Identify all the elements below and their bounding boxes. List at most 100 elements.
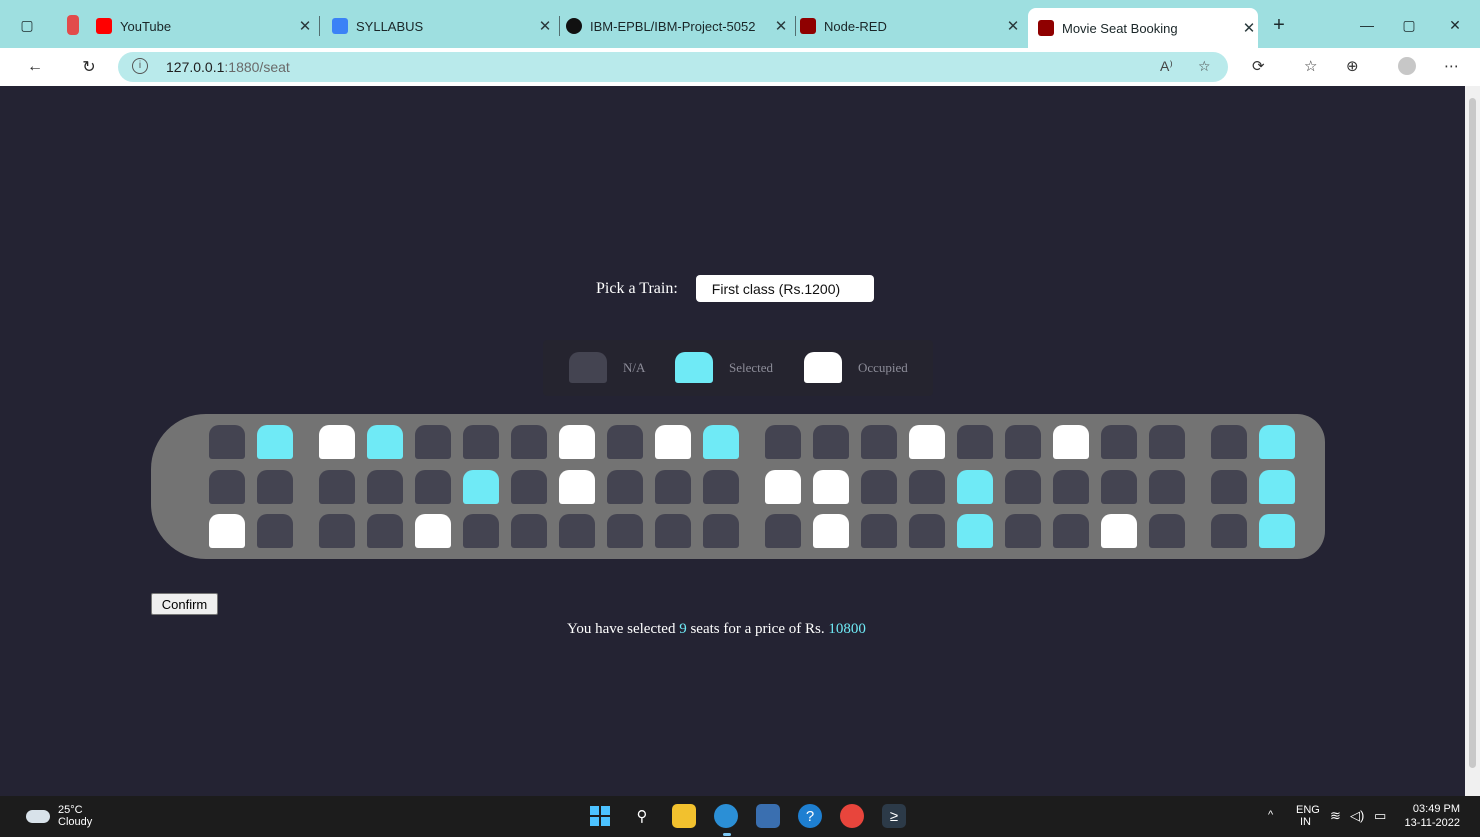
store-icon[interactable] [756,804,780,828]
info-icon[interactable]: i [132,58,148,74]
seat[interactable] [1053,514,1089,548]
address-bar[interactable]: i 127.0.0.1:1880/seat A⁾ ☆ [118,52,1228,82]
favorites-icon[interactable]: ☆ [1304,57,1317,75]
seat[interactable] [607,470,643,504]
seat[interactable] [319,470,355,504]
seat[interactable] [1005,425,1041,459]
volume-icon[interactable]: ◁) [1350,808,1364,824]
seat[interactable] [765,514,801,548]
tab-actions-icon[interactable]: ▢ [16,14,38,36]
seat[interactable] [909,514,945,548]
chevron-up-icon[interactable]: ^ [1268,809,1273,821]
seat[interactable] [1211,514,1247,548]
seat[interactable] [1211,470,1247,504]
seat[interactable] [257,470,293,504]
seat[interactable] [1005,470,1041,504]
seat[interactable] [765,470,801,504]
seat[interactable] [511,425,547,459]
add-favorite-icon[interactable]: ☆ [1198,58,1211,75]
seat[interactable] [367,470,403,504]
seat[interactable] [463,514,499,548]
seat[interactable] [655,425,691,459]
seat[interactable] [415,514,451,548]
seat[interactable] [957,425,993,459]
close-icon[interactable]: ✕ [296,17,314,35]
wifi-icon[interactable]: ≋ [1330,808,1341,824]
seat[interactable] [367,425,403,459]
close-window-icon[interactable]: ✕ [1444,14,1466,36]
seat[interactable] [257,514,293,548]
read-aloud-icon[interactable]: A⁾ [1160,58,1173,75]
profile-pill-icon[interactable] [62,14,84,36]
seat[interactable] [511,470,547,504]
seat[interactable] [813,470,849,504]
seat[interactable] [319,514,355,548]
chrome-icon[interactable] [840,804,864,828]
seat[interactable] [607,514,643,548]
tab-node-red[interactable]: Node-RED ✕ [800,10,1022,42]
seat[interactable] [463,470,499,504]
seat[interactable] [655,470,691,504]
extensions-icon[interactable]: ⟳ [1252,57,1265,75]
collections-icon[interactable]: ⊕ [1346,57,1359,75]
seat[interactable] [861,514,897,548]
terminal-icon[interactable]: ≥ [882,804,906,828]
confirm-button[interactable]: Confirm [151,593,218,615]
file-explorer-icon[interactable] [672,804,696,828]
seat[interactable] [559,425,595,459]
refresh-icon[interactable]: ↻ [78,56,100,78]
seat[interactable] [367,514,403,548]
language-indicator[interactable]: ENG IN [1296,804,1320,828]
seat[interactable] [1149,514,1185,548]
seat[interactable] [703,425,739,459]
more-menu-icon[interactable]: ⋯ [1444,57,1459,75]
close-icon[interactable]: ✕ [536,17,554,35]
seat[interactable] [909,470,945,504]
close-icon[interactable]: ✕ [1240,19,1258,37]
seat[interactable] [1149,425,1185,459]
url-text[interactable]: 127.0.0.1:1880/seat [166,59,290,75]
seat[interactable] [957,514,993,548]
seat[interactable] [813,514,849,548]
seat[interactable] [957,470,993,504]
tab-syllabus[interactable]: SYLLABUS ✕ [332,10,560,42]
profile-avatar-icon[interactable] [1398,57,1416,79]
seat[interactable] [861,470,897,504]
seat[interactable] [1101,514,1137,548]
seat[interactable] [765,425,801,459]
seat[interactable] [415,425,451,459]
seat[interactable] [209,425,245,459]
seat[interactable] [1053,425,1089,459]
seat[interactable] [1259,514,1295,548]
seat[interactable] [209,470,245,504]
tab-movie-seat-booking[interactable]: Movie Seat Booking ✕ [1028,8,1258,48]
windows-start-icon[interactable] [588,804,612,828]
close-icon[interactable]: ✕ [772,17,790,35]
seat[interactable] [861,425,897,459]
seat[interactable] [1005,514,1041,548]
edge-browser-icon[interactable] [714,804,738,828]
train-select[interactable]: First class (Rs.1200) [695,275,874,302]
help-icon[interactable]: ? [798,804,822,828]
battery-icon[interactable]: ▭ [1374,808,1386,824]
weather-widget[interactable]: 25°C Cloudy [26,804,92,828]
search-icon[interactable]: ⚲ [630,804,654,828]
seat[interactable] [1101,470,1137,504]
seat[interactable] [655,514,691,548]
seat[interactable] [415,470,451,504]
seat[interactable] [909,425,945,459]
seat[interactable] [463,425,499,459]
seat[interactable] [1211,425,1247,459]
back-arrow-icon[interactable]: ← [24,56,46,78]
seat[interactable] [1259,425,1295,459]
seat[interactable] [559,470,595,504]
seat[interactable] [209,514,245,548]
seat[interactable] [257,425,293,459]
seat[interactable] [511,514,547,548]
seat[interactable] [319,425,355,459]
tab-github[interactable]: IBM-EPBL/IBM-Project-5052 ✕ [566,10,796,42]
minimize-icon[interactable]: — [1356,14,1378,36]
tab-youtube[interactable]: YouTube ✕ [96,10,320,42]
clock[interactable]: 03:49 PM 13-11-2022 [1405,802,1460,830]
seat[interactable] [813,425,849,459]
